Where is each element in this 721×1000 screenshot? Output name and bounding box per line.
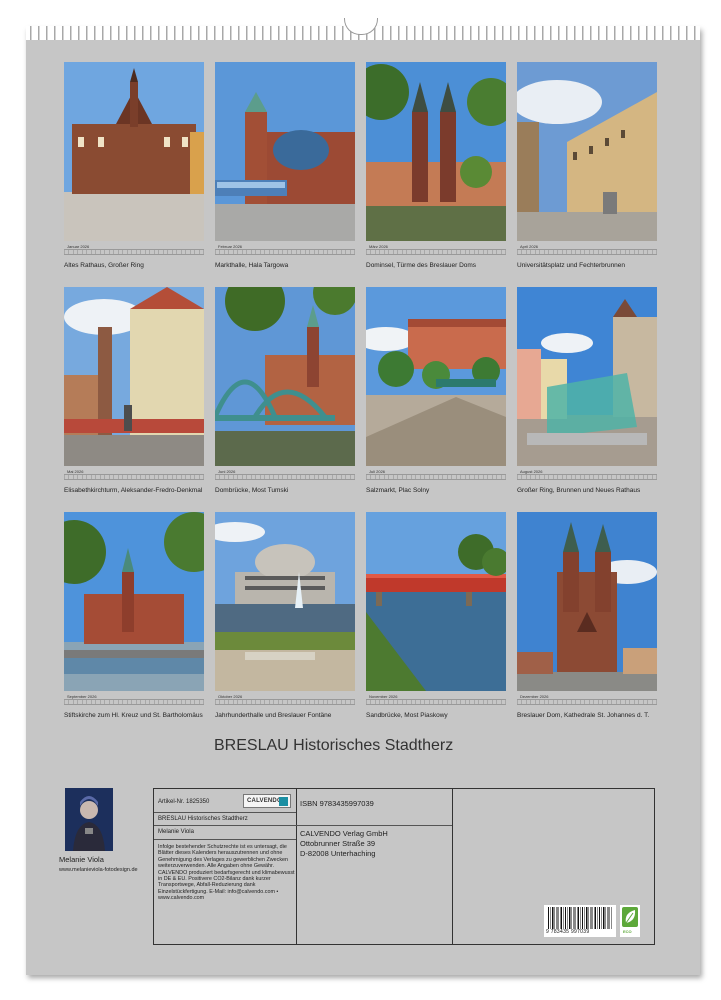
month-april[interactable]: April 2026 Universitätsplatz und Fechter… [517,62,657,292]
month-february[interactable]: Februar 2026 Markthalle, Hala Targowa [215,62,355,292]
photo-caption: Dominsel, Türme des Breslauer Doms [366,262,477,269]
product-title: BRESLAU Historisches Stadtherz [158,816,248,822]
product-author: Melanie Viola [158,829,194,835]
day-grid [64,249,204,255]
day-grid [215,474,355,480]
photo-caption: Altes Rathaus, Großer Ring [64,262,144,269]
photo-march [366,62,506,241]
day-grid [215,699,355,705]
month-january[interactable]: Januar 2026 Altes Rathaus, Großer Ring [64,62,204,292]
photo-caption: Jahrhunderthalle und Breslauer Fontäne [215,712,332,719]
month-october[interactable]: Oktober 2026 Jahrhunderthalle und Bresla… [215,512,355,742]
day-grid [366,699,506,705]
photo-caption: Universitätsplatz und Fechterbrunnen [517,262,626,269]
day-grid [517,699,657,705]
divider [296,789,298,944]
photo-june [215,287,355,466]
legal-notice: Infolge bestehender Schutzrechte ist es … [158,844,295,902]
photo-caption: Großer Ring, Brunnen und Neues Rathaus [517,487,641,494]
day-grid [64,474,204,480]
day-grid [366,474,506,480]
photo-december [517,512,657,691]
article-number: Artikel-Nr. 1825350 [158,799,210,805]
eco-label: ECO [623,929,632,934]
author-photo [65,788,113,851]
photo-january [64,62,204,241]
logo-text: CALVENDO [247,798,282,804]
divider [452,789,454,944]
publisher-street: Ottobrunner Straße 39 [300,839,376,848]
photo-caption: Sandbrücke, Most Piaskowy [366,712,448,719]
calendar-title: BRESLAU Historisches Stadtherz [214,737,454,754]
photo-november [366,512,506,691]
day-grid [517,249,657,255]
photo-may [64,287,204,466]
month-march[interactable]: März 2026 Dominsel, Türme des Breslauer … [366,62,506,292]
month-november[interactable]: November 2026 Sandbrücke, Most Piaskowy [366,512,506,742]
divider [154,825,296,826]
divider [296,825,452,826]
leaf-icon [622,907,638,927]
photo-caption: Markthalle, Hala Targowa [215,262,289,269]
logo-square-icon [279,797,288,806]
month-june[interactable]: Juni 2026 Dombrücke, Most Tumski [215,287,355,517]
publisher-city: D-82008 Unterhaching [300,849,376,858]
day-grid [215,249,355,255]
calvendo-logo: CALVENDO [243,794,291,808]
photo-april [517,62,657,241]
month-may[interactable]: Mai 2026 Elisabethkirchturm, Aleksander-… [64,287,204,517]
photo-caption: Stiftskirche zum Hl. Kreuz und St. Barth… [64,712,203,719]
month-september[interactable]: September 2026 Stiftskirche zum Hl. Kreu… [64,512,204,742]
photo-august [517,287,657,466]
photo-october [215,512,355,691]
photo-caption: Elisabethkirchturm, Aleksander-Fredro-De… [64,487,203,494]
isbn: ISBN 9783435997039 [300,799,374,808]
divider [154,812,296,813]
photo-caption: Breslauer Dom, Kathedrale St. Johannes d… [517,712,650,719]
product-info-box: Artikel-Nr. 1825350 CALVENDO BRESLAU His… [153,788,655,945]
photo-caption: Salzmarkt, Plac Solny [366,487,430,494]
photo-september [64,512,204,691]
day-grid [366,249,506,255]
divider [154,839,296,840]
barcode: 9 783435 997039 [544,905,616,937]
eco-badge: ECO [620,905,640,937]
month-august[interactable]: August 2026 Großer Ring, Brunnen und Neu… [517,287,657,517]
month-december[interactable]: Dezember 2026 Breslauer Dom, Kathedrale … [517,512,657,742]
photo-july [366,287,506,466]
barcode-bars [548,907,612,929]
photo-february [215,62,355,241]
author-website[interactable]: www.melanieviola-fotodesign.de [59,867,139,874]
author-name: Melanie Viola [59,855,104,864]
publisher-name: CALVENDO Verlag GmbH [300,829,388,838]
photo-caption: Dombrücke, Most Tumski [215,487,289,494]
barcode-number: 9 783435 997039 [546,929,590,935]
day-grid [64,699,204,705]
month-july[interactable]: Juli 2026 Salzmarkt, Plac Solny [366,287,506,517]
day-grid [517,474,657,480]
